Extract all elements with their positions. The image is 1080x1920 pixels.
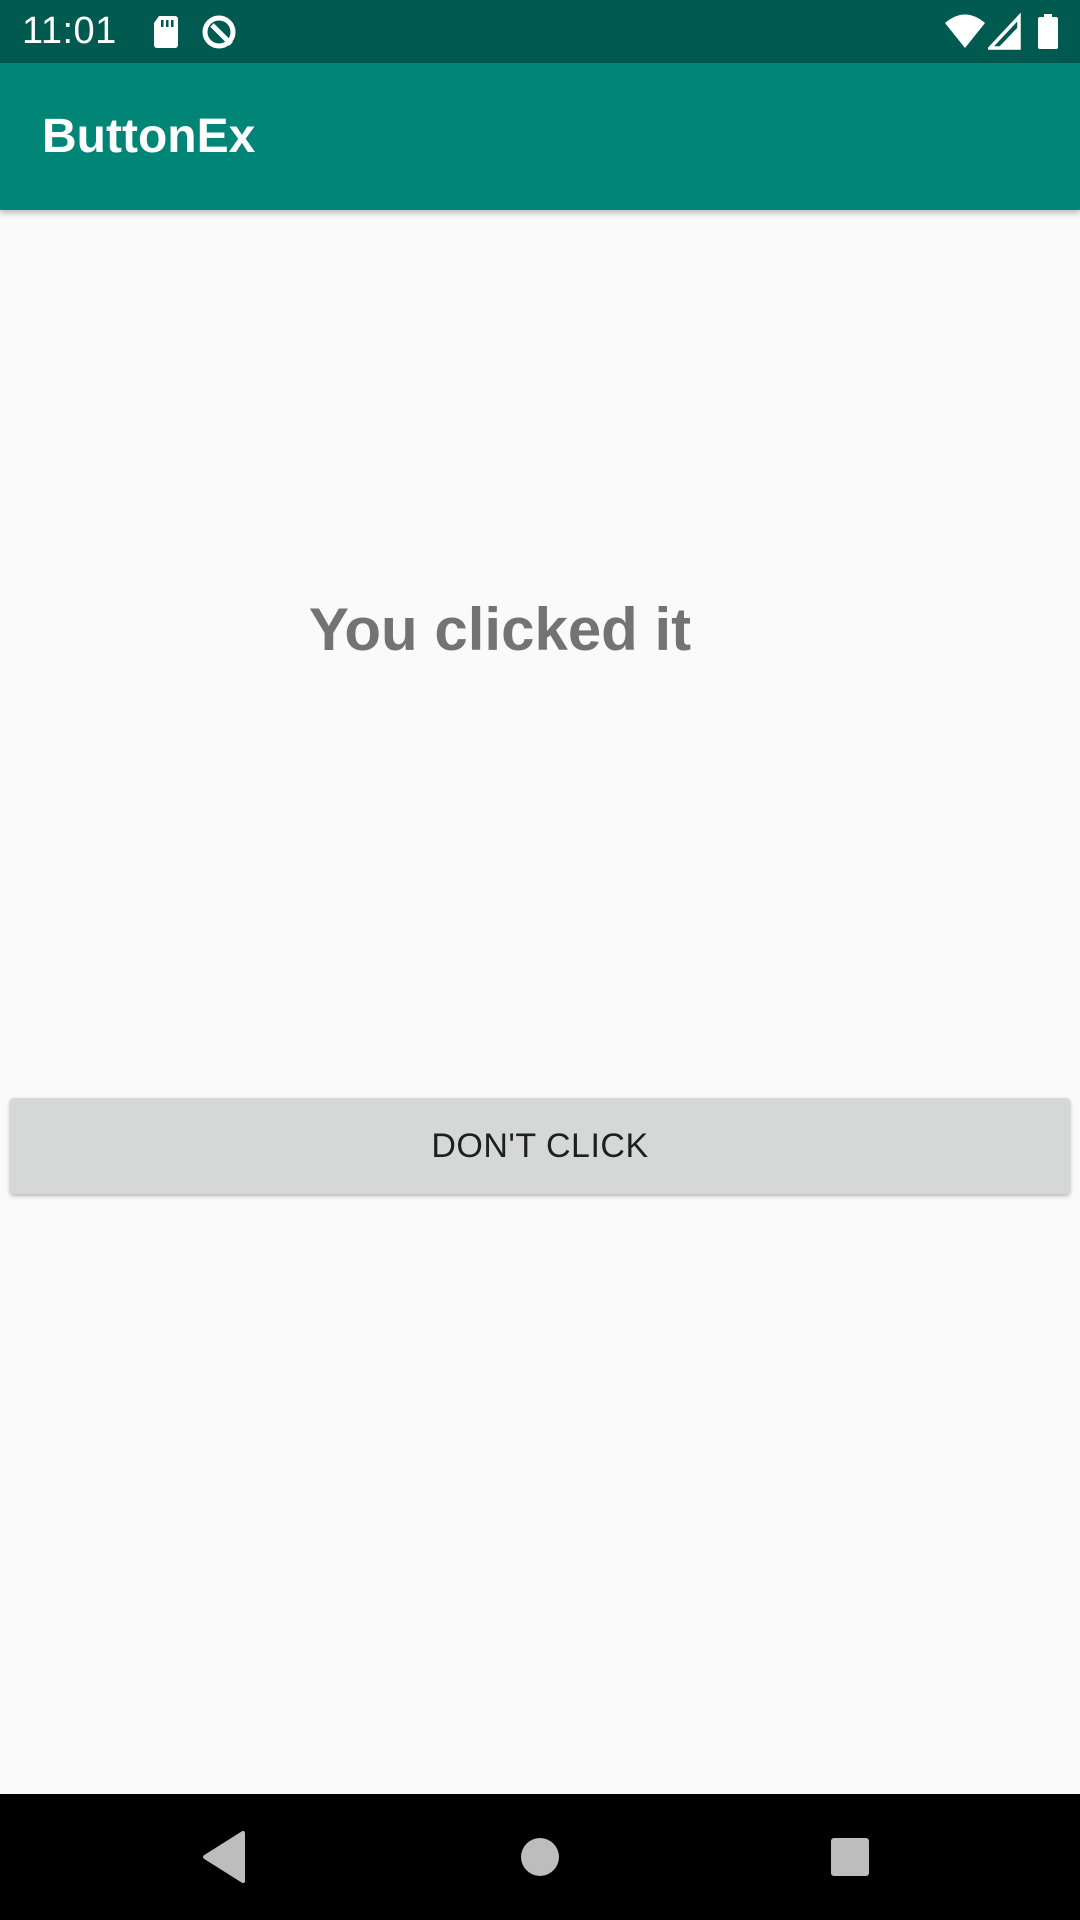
dont-click-button[interactable]: DON'T CLICK xyxy=(10,1098,1070,1194)
home-icon[interactable] xyxy=(510,1827,570,1887)
cell-signal-icon xyxy=(988,12,1021,50)
clicked-message: You clicked it xyxy=(308,596,692,663)
app-title: ButtonEx xyxy=(42,110,256,163)
back-icon[interactable] xyxy=(195,1827,255,1887)
data-saver-icon xyxy=(202,15,236,49)
battery-icon xyxy=(1038,14,1058,49)
status-bar: 11:01 xyxy=(0,0,1080,63)
recents-icon[interactable] xyxy=(820,1827,880,1887)
app-bar: ButtonEx xyxy=(0,63,1080,210)
navigation-bar xyxy=(0,1794,1080,1920)
wifi-icon xyxy=(945,14,985,48)
status-time: 11:01 xyxy=(22,10,117,52)
sd-card-icon xyxy=(154,16,178,48)
